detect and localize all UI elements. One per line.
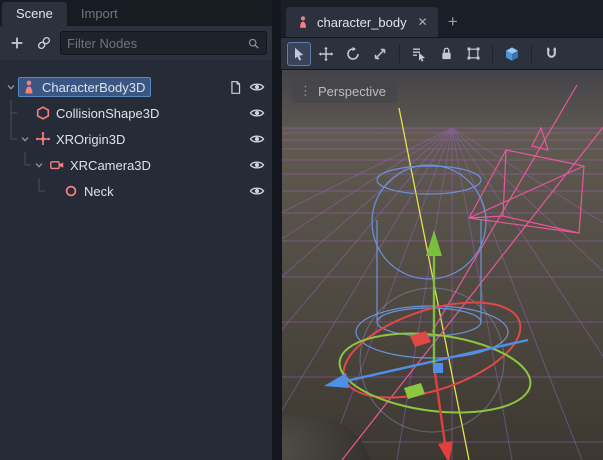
- scene-tabbar: character_body ✕ +: [281, 0, 603, 38]
- close-icon[interactable]: ✕: [418, 15, 428, 29]
- perspective-button[interactable]: ⋮ Perspective: [292, 80, 397, 103]
- cursor-icon: [291, 46, 307, 62]
- group-icon: [466, 46, 481, 61]
- scene-tab-label: character_body: [317, 15, 407, 30]
- rotate-tool-button[interactable]: [341, 42, 365, 66]
- scale-tool-button[interactable]: [368, 42, 392, 66]
- dock-splitter[interactable]: [272, 0, 281, 460]
- node-name: Neck: [84, 184, 114, 199]
- xr-camera-3d-icon: [49, 157, 65, 173]
- cube-icon: [504, 46, 520, 62]
- tree-row[interactable]: CollisionShape3D: [0, 100, 272, 126]
- viewport-toolbar: [281, 38, 603, 70]
- lock-icon: [439, 46, 454, 61]
- tree-row[interactable]: XRCamera3D: [0, 152, 272, 178]
- toolbar-separator: [492, 45, 493, 63]
- chevron-down-icon[interactable]: [18, 132, 32, 146]
- godot-editor: Scene Import CharacterBody3D: [0, 0, 603, 460]
- new-scene-tab-button[interactable]: +: [438, 7, 468, 37]
- visibility-icon[interactable]: [248, 182, 266, 200]
- scene-dock-tabbar: Scene Import: [0, 0, 272, 26]
- node-label[interactable]: XRCamera3D: [46, 155, 157, 175]
- character-body-3d-icon: [21, 79, 37, 95]
- chevron-down-icon[interactable]: [32, 158, 46, 172]
- collision-shape-3d-icon: [35, 105, 51, 121]
- node-3d-icon: [63, 183, 79, 199]
- search-icon: [247, 37, 260, 50]
- local-space-button[interactable]: [500, 42, 524, 66]
- viewport-3d[interactable]: ⋮ Perspective: [281, 70, 603, 460]
- filter-nodes-box: [60, 31, 267, 55]
- list-select-button[interactable]: [407, 42, 431, 66]
- toolbar-separator: [531, 45, 532, 63]
- node-name: XROrigin3D: [56, 132, 125, 147]
- node-label[interactable]: Neck: [60, 181, 120, 201]
- rotate-icon: [345, 46, 361, 62]
- node-name: XRCamera3D: [70, 158, 151, 173]
- list-select-icon: [411, 46, 427, 62]
- viewport-panel: character_body ✕ +: [281, 0, 603, 460]
- move-icon: [318, 46, 334, 62]
- chain-link-icon: [36, 35, 52, 51]
- node-label[interactable]: CharacterBody3D: [18, 77, 151, 97]
- select-tool-button[interactable]: [287, 42, 311, 66]
- tab-scene[interactable]: Scene: [2, 2, 67, 26]
- visibility-icon[interactable]: [248, 156, 266, 174]
- script-icon[interactable]: [226, 78, 244, 96]
- chevron-spacer: [18, 106, 32, 120]
- add-node-button[interactable]: [6, 32, 28, 54]
- plus-icon: [9, 35, 25, 51]
- scene-root-icon: [296, 15, 310, 29]
- tree-row[interactable]: CharacterBody3D: [0, 74, 272, 100]
- visibility-icon[interactable]: [248, 130, 266, 148]
- move-tool-button[interactable]: [314, 42, 338, 66]
- filter-nodes-input[interactable]: [67, 36, 243, 51]
- lock-button[interactable]: [434, 42, 458, 66]
- scale-icon: [372, 46, 388, 62]
- scene-tree: CharacterBody3D CollisionShape3D: [0, 60, 272, 460]
- group-button[interactable]: [461, 42, 485, 66]
- toolbar-separator: [399, 45, 400, 63]
- snap-button[interactable]: [539, 42, 563, 66]
- tab-import[interactable]: Import: [67, 2, 132, 26]
- scene-dock: Scene Import CharacterBody3D: [0, 0, 272, 460]
- instance-scene-button[interactable]: [33, 32, 55, 54]
- visibility-icon[interactable]: [248, 104, 266, 122]
- tree-row[interactable]: Neck: [0, 178, 272, 204]
- chevron-spacer: [46, 184, 60, 198]
- grabber-icon: ⋮: [299, 83, 311, 99]
- scene-tab-character-body[interactable]: character_body ✕: [286, 7, 438, 37]
- tree-row[interactable]: XROrigin3D: [0, 126, 272, 152]
- node-label[interactable]: CollisionShape3D: [32, 103, 165, 123]
- magnet-icon: [544, 46, 559, 61]
- scene-dock-toolbar: [0, 26, 272, 60]
- chevron-down-icon[interactable]: [4, 80, 18, 94]
- xr-origin-3d-icon: [35, 131, 51, 147]
- node-name: CollisionShape3D: [56, 106, 159, 121]
- node-name: CharacterBody3D: [42, 80, 145, 95]
- center-handle: [433, 363, 443, 373]
- node-label[interactable]: XROrigin3D: [32, 129, 131, 149]
- visibility-icon[interactable]: [248, 78, 266, 96]
- viewport-canvas[interactable]: [282, 70, 603, 460]
- perspective-label: Perspective: [318, 84, 386, 99]
